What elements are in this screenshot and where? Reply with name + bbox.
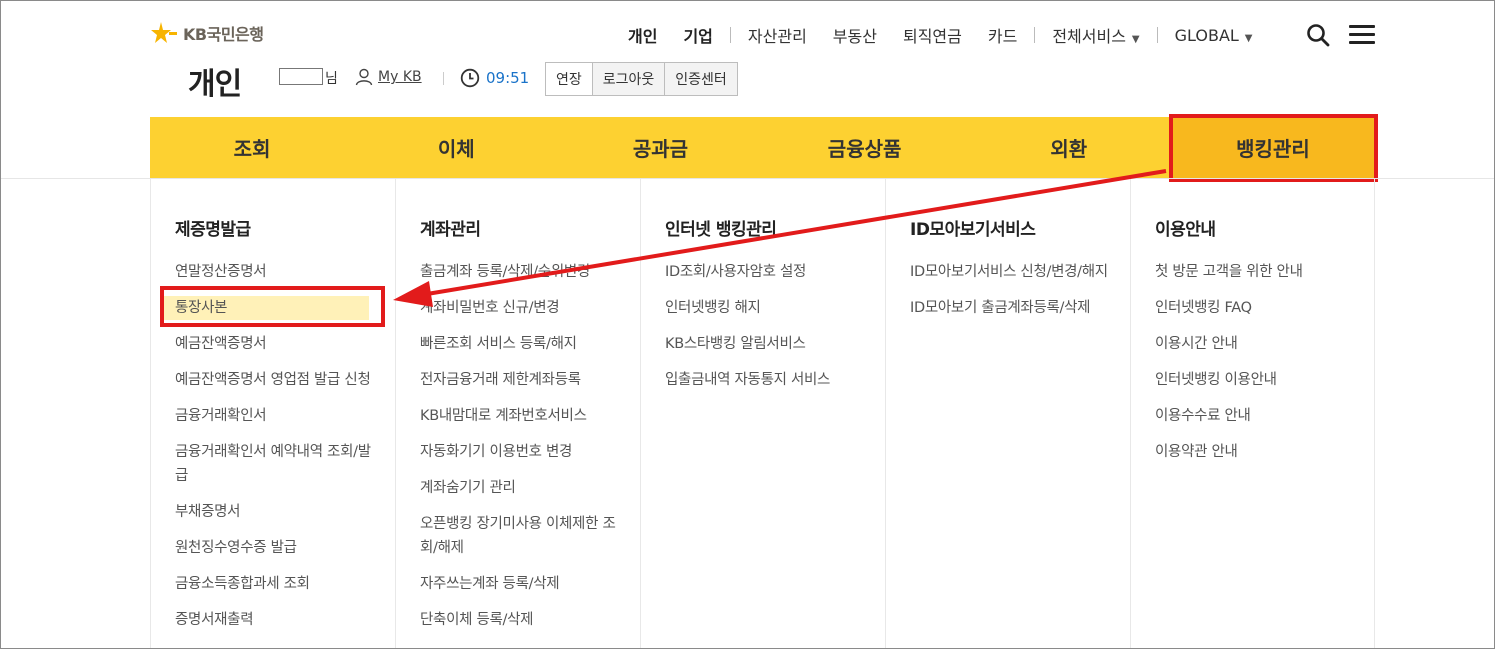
menu-item[interactable]: 빠른조회 서비스 등록/해지	[420, 332, 640, 356]
menu-item[interactable]: 자주쓰는계좌 등록/삭제	[420, 572, 640, 596]
menu-item[interactable]: ID모아보기서비스 신청/변경/해지	[910, 260, 1130, 284]
menu-item[interactable]: 금융소득종합과세 조회	[175, 572, 395, 596]
tab-utility-bills[interactable]: 공과금	[558, 117, 762, 178]
topnav-realestate[interactable]: 부동산	[820, 23, 890, 47]
menu-item[interactable]: 계좌숨기기 관리	[420, 476, 640, 500]
mykb-link[interactable]: My KB	[355, 68, 422, 86]
user-icon	[355, 68, 373, 86]
all-services-label: 전체서비스	[1052, 27, 1126, 46]
column-title: 이용안내	[1155, 220, 1216, 240]
menu-column-usage-guide: 이용안내 첫 방문 고객을 위한 안내 인터넷뱅킹 FAQ 이용시간 안내 인터…	[1130, 179, 1375, 648]
topnav-all-services[interactable]: 전체서비스 ▼	[1039, 23, 1152, 47]
menu-item[interactable]: 이용시간 안내	[1155, 332, 1374, 356]
session-timer: 09:51	[460, 68, 529, 88]
column-title: 제증명발급	[175, 220, 251, 240]
menu-item[interactable]: KB스타뱅킹 알림서비스	[665, 332, 885, 356]
topnav-personal[interactable]: 개인	[615, 23, 670, 47]
page-frame: KB국민은행 개인 기업 자산관리 부동산 퇴직연금 카드 전체서비스 ▼ GLO…	[0, 0, 1495, 649]
tab-foreign-exchange[interactable]: 외환	[967, 117, 1171, 178]
user-name-box	[279, 68, 323, 85]
annotation-highlight-banking	[1169, 114, 1378, 182]
logo-text: KB국민은행	[183, 25, 264, 44]
divider	[443, 72, 444, 85]
divider	[1156, 27, 1158, 43]
divider	[729, 27, 731, 43]
menu-item[interactable]: 이용수수료 안내	[1155, 404, 1374, 428]
column-title: 인터넷 뱅킹관리	[665, 220, 777, 240]
menu-item[interactable]: 예금잔액증명서	[175, 332, 395, 356]
menu-item[interactable]: 입출금내역 자동통지 서비스	[665, 368, 885, 392]
topnav-asset[interactable]: 자산관리	[735, 23, 820, 47]
menu-item[interactable]: 오픈뱅킹 장기미사용 이체제한 조회/해제	[420, 512, 640, 560]
menu-item[interactable]: ID모아보기 출금계좌등록/삭제	[910, 296, 1130, 320]
column-title: 계좌관리	[420, 220, 481, 240]
tab-transfer[interactable]: 이체	[354, 117, 558, 178]
search-icon[interactable]	[1306, 23, 1330, 47]
session-buttons: 연장 로그아웃 인증센터	[545, 62, 738, 96]
menu-item[interactable]: 출금계좌 등록/삭제/순위변경	[420, 260, 640, 284]
topnav-business[interactable]: 기업	[670, 23, 725, 47]
global-label: GLOBAL	[1174, 25, 1239, 45]
mykb-label: My KB	[378, 69, 422, 85]
menu-item[interactable]: 인터넷뱅킹 이용안내	[1155, 368, 1374, 392]
top-nav: 개인 기업 자산관리 부동산 퇴직연금 카드 전체서비스 ▼ GLOBAL ▼	[615, 23, 1266, 47]
menu-item[interactable]: 자동화기기 이용번호 변경	[420, 440, 640, 464]
menu-column-certificates: 제증명발급 연말정산증명서 통장사본 예금잔액증명서 예금잔액증명서 영업점 발…	[150, 179, 395, 648]
menu-item[interactable]: 부채증명서	[175, 500, 395, 524]
topnav-pension[interactable]: 퇴직연금	[890, 23, 975, 47]
menu-item[interactable]: 인터넷뱅킹 FAQ	[1155, 296, 1374, 320]
logout-button[interactable]: 로그아웃	[591, 62, 666, 96]
tab-financial-products[interactable]: 금융상품	[763, 117, 967, 178]
caret-down-icon: ▼	[1244, 32, 1253, 44]
menu-item[interactable]: 전자금융거래 제한계좌등록	[420, 368, 640, 392]
cert-center-button[interactable]: 인증센터	[664, 62, 738, 96]
topnav-card[interactable]: 카드	[975, 23, 1030, 47]
topnav-global[interactable]: GLOBAL ▼	[1162, 26, 1266, 45]
menu-item[interactable]: 첫 방문 고객을 위한 안내	[1155, 260, 1374, 284]
hamburger-menu-icon[interactable]	[1349, 25, 1375, 45]
kb-logo[interactable]: KB국민은행	[151, 21, 264, 45]
menu-item[interactable]: 계좌비밀번호 신규/변경	[420, 296, 640, 320]
tab-inquiry[interactable]: 조회	[150, 117, 354, 178]
menu-item[interactable]: KB내맘대로 계좌번호서비스	[420, 404, 640, 428]
menu-item[interactable]: 금융거래확인서	[175, 404, 395, 428]
kb-star-icon	[151, 22, 177, 43]
menu-item[interactable]: 증명서재출력	[175, 608, 395, 632]
extend-button[interactable]: 연장	[545, 62, 593, 96]
menu-item[interactable]: 연말정산증명서	[175, 260, 395, 284]
annotation-highlight-passbook	[160, 286, 385, 327]
mega-menu: 제증명발급 연말정산증명서 통장사본 예금잔액증명서 예금잔액증명서 영업점 발…	[150, 179, 1375, 648]
column-title: ID모아보기서비스	[910, 220, 1036, 240]
menu-item[interactable]: ID조회/사용자암호 설정	[665, 260, 885, 284]
clock-icon	[460, 68, 480, 88]
timer-value: 09:51	[486, 69, 530, 87]
menu-item[interactable]: 예금잔액증명서 영업점 발급 신청	[175, 368, 395, 392]
menu-column-account: 계좌관리 출금계좌 등록/삭제/순위변경 계좌비밀번호 신규/변경 빠른조회 서…	[395, 179, 640, 648]
caret-down-icon: ▼	[1131, 34, 1140, 45]
menu-column-internet-banking: 인터넷 뱅킹관리 ID조회/사용자암호 설정 인터넷뱅킹 해지 KB스타뱅킹 알…	[640, 179, 885, 648]
menu-item[interactable]: 금융거래확인서 예약내역 조회/발급	[175, 440, 395, 488]
menu-column-id-collection: ID모아보기서비스 ID모아보기서비스 신청/변경/해지 ID모아보기 출금계좌…	[885, 179, 1130, 648]
user-suffix: 님	[325, 71, 338, 87]
page-title: 개인	[188, 67, 242, 102]
menu-item[interactable]: 원천징수영수증 발급	[175, 536, 395, 560]
menu-item[interactable]: 인터넷뱅킹 해지	[665, 296, 885, 320]
menu-item[interactable]: 단축이체 등록/삭제	[420, 608, 640, 632]
divider	[1034, 27, 1036, 43]
menu-item[interactable]: 이용약관 안내	[1155, 440, 1374, 464]
